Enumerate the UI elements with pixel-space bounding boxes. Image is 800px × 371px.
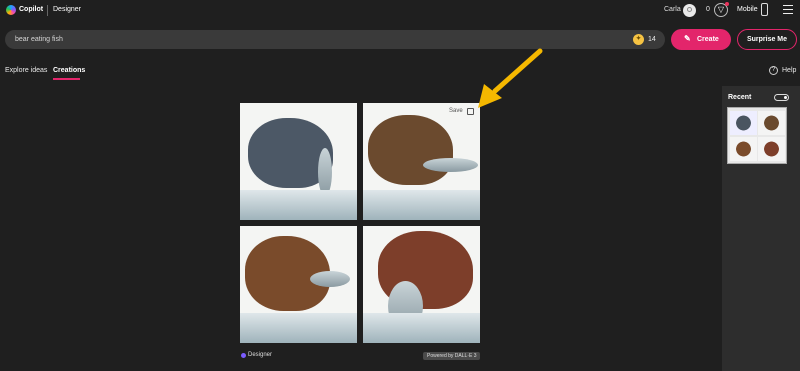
arrow-annotation (478, 48, 543, 108)
recent-title: Recent (728, 94, 752, 101)
recent-creation-card[interactable] (727, 107, 787, 164)
brand-name[interactable]: Copilot (19, 6, 43, 13)
fish-figure (318, 148, 332, 196)
water-splash (240, 313, 357, 343)
fish-figure (310, 271, 350, 287)
copilot-logo-icon[interactable] (6, 5, 16, 15)
notification-dot (725, 2, 729, 6)
surprise-me-button[interactable]: Surprise Me (737, 29, 797, 50)
coin-icon: ✦ (633, 34, 644, 45)
help-link[interactable]: Help (782, 67, 796, 74)
pencil-icon: ✎ (684, 34, 691, 43)
powered-by-badge: Powered by DALL·E 3 (423, 352, 481, 360)
create-button[interactable]: ✎ Create (671, 29, 731, 50)
generated-image-4[interactable] (363, 226, 480, 343)
water-splash (240, 190, 357, 220)
water-splash (363, 313, 480, 343)
top-bar: Copilot Designer Carla 0 ▽ Mobile (0, 0, 800, 22)
prompt-input[interactable]: bear eating fish ✦ 14 (5, 30, 665, 49)
bear-figure (368, 115, 453, 185)
arrow-shaft (492, 48, 543, 94)
phone-icon[interactable] (761, 3, 768, 16)
save-button[interactable]: Save (449, 108, 463, 114)
create-label: Create (697, 36, 719, 43)
app-name[interactable]: Designer (53, 6, 81, 13)
recent-thumb (730, 111, 757, 135)
designer-logo-icon (241, 353, 246, 358)
footer-brand: Designer (248, 352, 273, 358)
active-tab-indicator (53, 78, 80, 80)
boost-count: 0 (706, 6, 710, 13)
help-icon[interactable]: ? (769, 66, 778, 75)
tab-creations[interactable]: Creations (53, 67, 85, 74)
generated-image-2[interactable] (363, 103, 480, 220)
user-name[interactable]: Carla (664, 6, 681, 13)
mobile-label[interactable]: Mobile (737, 6, 758, 13)
prompt-text[interactable]: bear eating fish (15, 36, 63, 43)
recent-thumb (758, 137, 785, 161)
brand-divider (47, 5, 48, 16)
toggle-icon[interactable] (774, 94, 789, 101)
hamburger-menu-icon[interactable] (783, 5, 793, 14)
coin-count: 14 (648, 36, 656, 43)
tab-explore-ideas[interactable]: Explore ideas (5, 67, 47, 74)
fish-figure (423, 158, 478, 172)
reward-icon[interactable]: ▽ (714, 2, 729, 17)
recent-sidebar: Recent (722, 86, 800, 371)
water-splash (363, 190, 480, 220)
recent-thumb (730, 137, 757, 161)
generated-image-1[interactable] (240, 103, 357, 220)
user-avatar-icon[interactable] (683, 4, 696, 17)
recent-thumb (758, 111, 785, 135)
generated-image-3[interactable] (240, 226, 357, 343)
